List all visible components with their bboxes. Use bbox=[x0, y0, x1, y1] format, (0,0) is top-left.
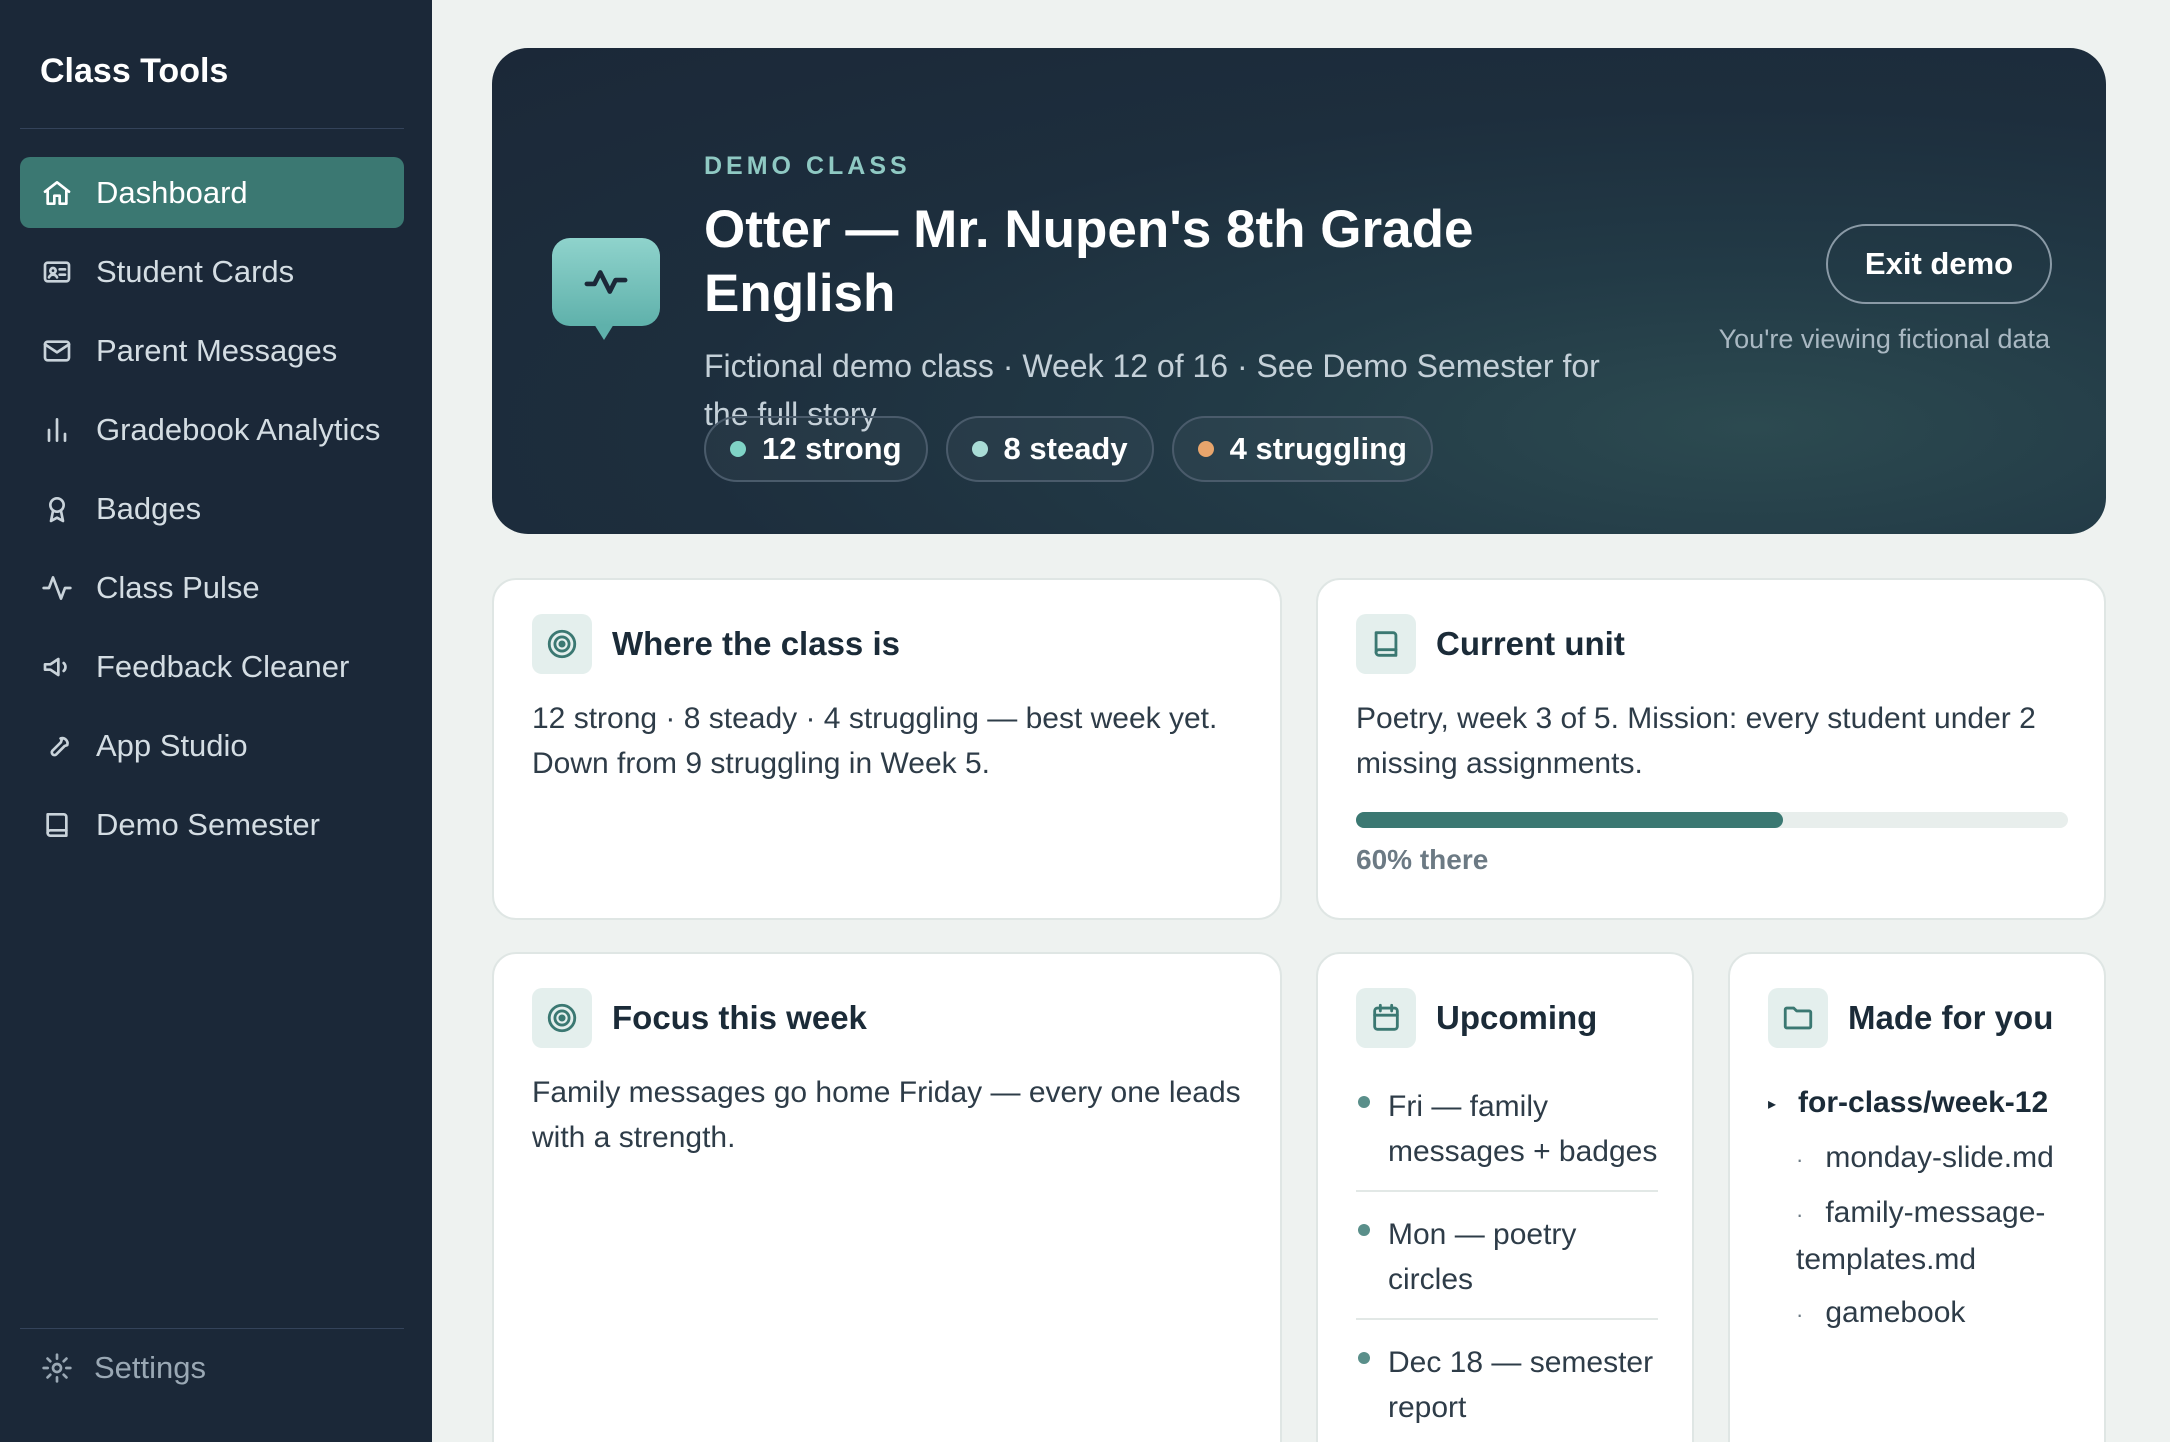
struggling-count-badge: 4 struggling bbox=[1171, 416, 1433, 482]
hero-banner: DEMO CLASS Otter — Mr. Nupen's 8th Grade… bbox=[492, 48, 2106, 534]
sidebar-item-dashboard[interactable]: Dashboard bbox=[20, 157, 404, 228]
card-title: Current unit bbox=[1436, 625, 1625, 662]
progress-label: 60% there bbox=[1356, 844, 1489, 875]
mail-icon bbox=[40, 334, 74, 368]
steady-dot-icon bbox=[971, 441, 988, 457]
card-title: Made for you bbox=[1848, 999, 2054, 1036]
sidebar-item-label: App Studio bbox=[96, 727, 248, 763]
sidebar-item-label: Demo Semester bbox=[96, 806, 320, 842]
unit-progress-bar bbox=[1356, 812, 2068, 828]
pill-label: 4 struggling bbox=[1229, 431, 1407, 466]
card-body: Family messages go home Friday — every o… bbox=[532, 1076, 1241, 1154]
made-for-you-card: Made for you ▸ for-class/week-12 · monday-… bbox=[1728, 952, 2106, 1442]
bullet-icon: · bbox=[1796, 1301, 1804, 1327]
card-body: Poetry, week 3 of 5. Mission: every stud… bbox=[1356, 702, 2036, 780]
card-header: Where the class is bbox=[532, 614, 900, 674]
bullet-icon: · bbox=[1796, 1201, 1804, 1227]
upcoming-card: Upcoming Fri — family messages + badges … bbox=[1316, 952, 1694, 1442]
megaphone-icon bbox=[40, 650, 74, 684]
file-row[interactable]: · gamebook bbox=[1768, 1290, 2060, 1337]
progress-fill bbox=[1356, 812, 1784, 828]
file-name: monday-slide.md bbox=[1825, 1140, 2054, 1174]
sidebar-item-label: Badges bbox=[96, 490, 202, 526]
pulse-chat-icon bbox=[552, 238, 660, 340]
bar-chart-icon bbox=[40, 413, 74, 447]
activity-icon bbox=[40, 571, 74, 605]
calendar-icon bbox=[1356, 988, 1416, 1048]
steady-count-badge: 8 steady bbox=[945, 416, 1154, 482]
book-icon bbox=[40, 808, 74, 842]
fictional-data-note: You're viewing fictional data bbox=[1718, 324, 2050, 354]
list-item: Mon — poetry circles bbox=[1356, 1212, 1658, 1320]
pill-label: 8 steady bbox=[1003, 431, 1128, 466]
card-header: Upcoming bbox=[1356, 988, 1597, 1048]
sidebar-item-demo-semester[interactable]: Demo Semester bbox=[20, 789, 404, 860]
list-item: Dec 18 — semester report bbox=[1356, 1340, 1658, 1442]
app-title: Class Tools bbox=[40, 52, 229, 90]
status-pills: 12 strong 8 steady 4 struggling bbox=[704, 416, 1433, 482]
file-tree: ▸ for-class/week-12 · monday-slide.md · fam… bbox=[1768, 1080, 2060, 1337]
sidebar-item-label: Gradebook Analytics bbox=[96, 411, 381, 447]
card-title: Focus this week bbox=[612, 999, 867, 1036]
folder-icon bbox=[1768, 988, 1828, 1048]
sidebar-item-settings[interactable]: Settings bbox=[40, 1350, 206, 1386]
sidebar-item-gradebook-analytics[interactable]: Gradebook Analytics bbox=[20, 394, 404, 465]
sidebar-item-feedback-cleaner[interactable]: Feedback Cleaner bbox=[20, 631, 404, 702]
sidebar-item-label: Dashboard bbox=[96, 174, 248, 210]
sidebar-nav: Dashboard Student Cards Parent Messages … bbox=[20, 157, 404, 868]
bullet-icon: · bbox=[1796, 1146, 1804, 1172]
pill-label: 12 strong bbox=[762, 431, 902, 466]
file-row[interactable]: · monday-slide.md bbox=[1768, 1135, 2060, 1182]
card-body: 12 strong · 8 steady · 4 struggling — be… bbox=[532, 702, 1218, 780]
current-unit-card: Current unit Poetry, week 3 of 5. Missio… bbox=[1316, 578, 2106, 920]
where-class-card: Where the class is 12 strong · 8 steady … bbox=[492, 578, 1282, 920]
sidebar-item-student-cards[interactable]: Student Cards bbox=[20, 236, 404, 307]
card-header: Made for you bbox=[1768, 988, 2053, 1048]
caret-right-icon[interactable]: ▸ bbox=[1768, 1096, 1776, 1113]
card-title: Where the class is bbox=[612, 625, 900, 662]
card-header: Focus this week bbox=[532, 988, 867, 1048]
sidebar-item-parent-messages[interactable]: Parent Messages bbox=[20, 315, 404, 386]
settings-label: Settings bbox=[94, 1350, 207, 1385]
wrench-icon bbox=[40, 729, 74, 763]
sidebar-item-label: Feedback Cleaner bbox=[96, 648, 350, 684]
focus-card: Focus this week Family messages go home … bbox=[492, 952, 1282, 1442]
home-icon bbox=[40, 176, 74, 210]
card-header: Current unit bbox=[1356, 614, 1625, 674]
book-icon bbox=[1356, 614, 1416, 674]
hero-eyebrow: DEMO CLASS bbox=[704, 152, 911, 180]
sidebar-item-app-studio[interactable]: App Studio bbox=[20, 710, 404, 781]
sidebar-item-label: Student Cards bbox=[96, 253, 295, 289]
sidebar-item-label: Class Pulse bbox=[96, 569, 260, 605]
sidebar-item-class-pulse[interactable]: Class Pulse bbox=[20, 552, 404, 623]
file-row[interactable]: · family-message-templates.md bbox=[1768, 1190, 2060, 1282]
list-item: Fri — family messages + badges bbox=[1356, 1084, 1658, 1192]
strong-count-badge: 12 strong bbox=[704, 416, 928, 482]
target-icon bbox=[532, 988, 592, 1048]
file-name: gamebook bbox=[1825, 1295, 1966, 1329]
gear-icon bbox=[40, 1351, 74, 1385]
folder-row[interactable]: ▸ for-class/week-12 bbox=[1768, 1080, 2060, 1127]
sidebar-item-badges[interactable]: Badges bbox=[20, 473, 404, 544]
id-card-icon bbox=[40, 255, 74, 289]
folder-name: for-class/week-12 bbox=[1798, 1086, 2049, 1119]
strong-dot-icon bbox=[730, 441, 746, 457]
struggling-dot-icon bbox=[1197, 441, 1214, 457]
card-title: Upcoming bbox=[1436, 999, 1598, 1036]
divider bbox=[20, 1328, 404, 1329]
award-icon bbox=[40, 492, 74, 526]
sidebar: Class Tools Dashboard Student Cards Pare… bbox=[0, 0, 432, 1442]
target-icon bbox=[532, 614, 592, 674]
sidebar-item-label: Parent Messages bbox=[96, 332, 338, 368]
file-name: family-message-templates.md bbox=[1796, 1195, 2046, 1276]
upcoming-list: Fri — family messages + badges Mon — poe… bbox=[1356, 1084, 1658, 1442]
exit-demo-button[interactable]: Exit demo bbox=[1826, 224, 2052, 304]
divider bbox=[20, 128, 404, 129]
page-title: Otter — Mr. Nupen's 8th Grade English bbox=[704, 200, 1474, 323]
